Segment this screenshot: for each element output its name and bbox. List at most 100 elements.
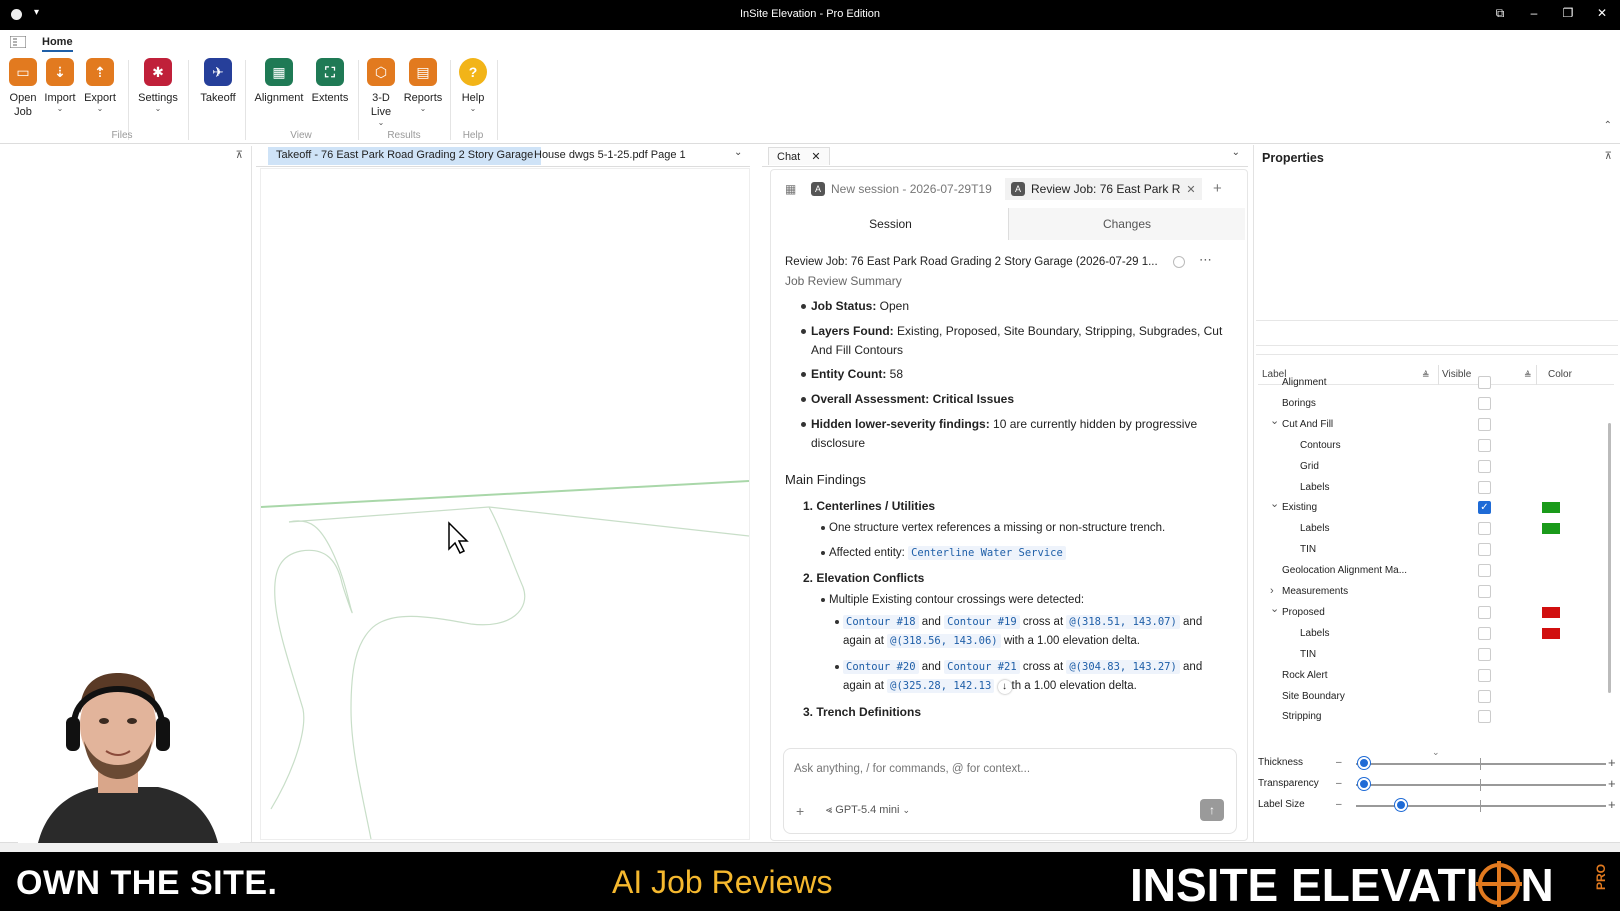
pin-icon[interactable]: ⊼ bbox=[1605, 151, 1612, 162]
contour-chip[interactable]: Contour #21 bbox=[944, 660, 1020, 674]
layer-row[interactable]: TIN bbox=[1258, 539, 1610, 560]
slider-track[interactable] bbox=[1356, 805, 1606, 807]
slider-thumb[interactable] bbox=[1357, 778, 1370, 790]
decrease-icon[interactable]: – bbox=[1336, 753, 1342, 773]
close-icon[interactable]: ✕ bbox=[1186, 183, 1195, 196]
contour-chip[interactable]: Contour #20 bbox=[843, 660, 919, 674]
more-options-icon[interactable]: ⋯ bbox=[1199, 252, 1212, 268]
import-button[interactable]: ⇣ Import ⌄ bbox=[43, 58, 77, 113]
layer-row[interactable]: Labels bbox=[1258, 477, 1610, 498]
minimize-button[interactable]: – bbox=[1524, 6, 1544, 20]
color-swatch[interactable] bbox=[1542, 606, 1560, 618]
increase-icon[interactable]: + bbox=[1608, 795, 1616, 815]
visible-checkbox[interactable] bbox=[1478, 647, 1491, 661]
color-swatch[interactable] bbox=[1542, 523, 1560, 535]
visible-checkbox[interactable] bbox=[1478, 543, 1491, 557]
tab-session[interactable]: Session bbox=[773, 208, 1009, 240]
slider-thumb[interactable] bbox=[1395, 799, 1407, 811]
expand-chevron-down-icon[interactable]: ⌄ bbox=[1270, 494, 1279, 515]
add-attachment-plus-icon[interactable]: + bbox=[796, 803, 804, 819]
visible-checkbox[interactable] bbox=[1478, 585, 1491, 598]
increase-icon[interactable]: + bbox=[1608, 753, 1616, 773]
restore-layout-icon[interactable]: ⧉ bbox=[1490, 6, 1510, 21]
layer-row[interactable]: Labels bbox=[1258, 518, 1610, 539]
tab-changes[interactable]: Changes bbox=[1009, 208, 1245, 240]
coordinate-chip[interactable]: @(325.28, 142.13 bbox=[887, 679, 995, 693]
visible-checkbox[interactable] bbox=[1478, 626, 1491, 640]
session-tab-new[interactable]: A New session - 2026-07-29T19 bbox=[811, 178, 992, 200]
visible-checkbox[interactable] bbox=[1478, 605, 1491, 619]
layer-row[interactable]: ⌄ Proposed bbox=[1258, 602, 1610, 623]
visible-checkbox[interactable] bbox=[1478, 376, 1491, 389]
session-grid-icon[interactable]: ▦ bbox=[785, 182, 796, 196]
visible-checkbox[interactable] bbox=[1478, 564, 1491, 578]
help-button[interactable]: ? Help ⌄ bbox=[456, 58, 490, 113]
tab-list-chevron-icon[interactable]: ⌄ bbox=[734, 147, 742, 158]
reports-button[interactable]: ▤ Reports ⌄ bbox=[403, 58, 443, 113]
export-button[interactable]: ⇡ Export ⌄ bbox=[82, 58, 118, 113]
visible-checkbox[interactable] bbox=[1478, 396, 1491, 410]
increase-icon[interactable]: + bbox=[1608, 774, 1616, 794]
alignment-button[interactable]: ▦ Alignment bbox=[252, 58, 306, 105]
chat-input[interactable] bbox=[794, 759, 1224, 779]
tab-takeoff-document[interactable]: Takeoff - 76 East Park Road Grading 2 St… bbox=[268, 147, 542, 165]
slider-track[interactable] bbox=[1356, 784, 1606, 786]
layer-row[interactable]: Site Boundary bbox=[1258, 686, 1610, 707]
color-swatch[interactable] bbox=[1542, 502, 1560, 514]
visible-checkbox[interactable] bbox=[1478, 710, 1491, 724]
expand-chevron-down-icon[interactable]: ⌄ bbox=[1270, 411, 1279, 432]
visible-checkbox[interactable] bbox=[1478, 459, 1491, 473]
settings-button[interactable]: ✱ Settings ⌄ bbox=[137, 58, 179, 113]
layer-scrollbar[interactable] bbox=[1608, 423, 1611, 693]
visible-checkbox[interactable]: ✓ bbox=[1478, 501, 1491, 515]
open-job-button[interactable]: ▭ Open Job bbox=[6, 58, 40, 119]
tab-home[interactable]: Home bbox=[42, 36, 73, 52]
file-menu-icon[interactable] bbox=[10, 36, 26, 48]
visible-checkbox[interactable] bbox=[1478, 668, 1491, 682]
layer-row[interactable]: Labels bbox=[1258, 623, 1610, 644]
layer-row[interactable]: Grid bbox=[1258, 456, 1610, 477]
decrease-icon[interactable]: – bbox=[1336, 774, 1342, 794]
model-selector[interactable]: ⪡ GPT-5.4 mini ⌄ bbox=[826, 804, 910, 817]
collapse-ribbon-icon[interactable]: ⌃ bbox=[1604, 120, 1612, 131]
coordinate-chip[interactable]: @(318.51, 143.07) bbox=[1066, 615, 1180, 629]
entity-chip[interactable]: Centerline Water Service bbox=[908, 546, 1066, 560]
3d-live-button[interactable]: ⬡ 3-D Live ⌄ bbox=[365, 58, 397, 127]
layer-row[interactable]: Contours bbox=[1258, 435, 1610, 456]
layer-row[interactable]: ⌄ Existing ✓ bbox=[1258, 497, 1610, 518]
layer-row[interactable]: Stripping bbox=[1258, 706, 1610, 727]
decrease-icon[interactable]: – bbox=[1336, 795, 1342, 815]
close-icon[interactable]: ✕ bbox=[811, 151, 820, 163]
tab-chat[interactable]: Chat ✕ bbox=[768, 147, 830, 165]
coordinate-chip[interactable]: @(318.56, 143.06) bbox=[887, 634, 1001, 648]
drawing-canvas[interactable] bbox=[260, 168, 750, 840]
visible-checkbox[interactable] bbox=[1478, 438, 1491, 452]
contour-chip[interactable]: Contour #18 bbox=[843, 615, 919, 629]
coordinate-chip[interactable]: @(304.83, 143.27) bbox=[1066, 660, 1180, 674]
extents-button[interactable]: ⛶ Extents bbox=[310, 58, 350, 105]
close-button[interactable]: ✕ bbox=[1592, 6, 1612, 20]
slider-thumb[interactable] bbox=[1357, 757, 1370, 769]
maximize-button[interactable]: ❐ bbox=[1558, 6, 1578, 20]
conversation-area[interactable]: Job Review Summary Job Status: Open Laye… bbox=[785, 272, 1233, 750]
visible-checkbox[interactable] bbox=[1478, 689, 1491, 703]
visible-checkbox[interactable] bbox=[1478, 417, 1491, 431]
color-swatch[interactable] bbox=[1542, 627, 1560, 639]
layer-row[interactable]: ⌄ Cut And Fill bbox=[1258, 414, 1610, 435]
takeoff-button[interactable]: ✈ Takeoff bbox=[198, 58, 238, 105]
layer-row[interactable]: › Measurements bbox=[1258, 581, 1610, 602]
chat-tab-chevron-icon[interactable]: ⌄ bbox=[1232, 147, 1240, 158]
visible-checkbox[interactable] bbox=[1478, 522, 1491, 536]
contour-chip[interactable]: Contour #19 bbox=[944, 615, 1020, 629]
send-button[interactable]: ↑ bbox=[1200, 799, 1224, 821]
layer-row[interactable]: Borings bbox=[1258, 393, 1610, 414]
tab-house-dwgs-pdf[interactable]: House dwgs 5-1-25.pdf Page 1 bbox=[526, 147, 694, 165]
visible-checkbox[interactable] bbox=[1478, 480, 1491, 494]
layer-row[interactable]: Rock Alert bbox=[1258, 665, 1610, 686]
splitter[interactable] bbox=[1256, 345, 1618, 355]
slider-track[interactable] bbox=[1356, 763, 1606, 765]
layer-row[interactable]: Geolocation Alignment Ma... bbox=[1258, 560, 1610, 581]
pin-icon[interactable]: ⊼ bbox=[236, 150, 243, 161]
session-tab-review-job[interactable]: A Review Job: 76 East Park R ✕ bbox=[1005, 178, 1202, 200]
new-session-plus-icon[interactable]: + bbox=[1213, 180, 1222, 197]
